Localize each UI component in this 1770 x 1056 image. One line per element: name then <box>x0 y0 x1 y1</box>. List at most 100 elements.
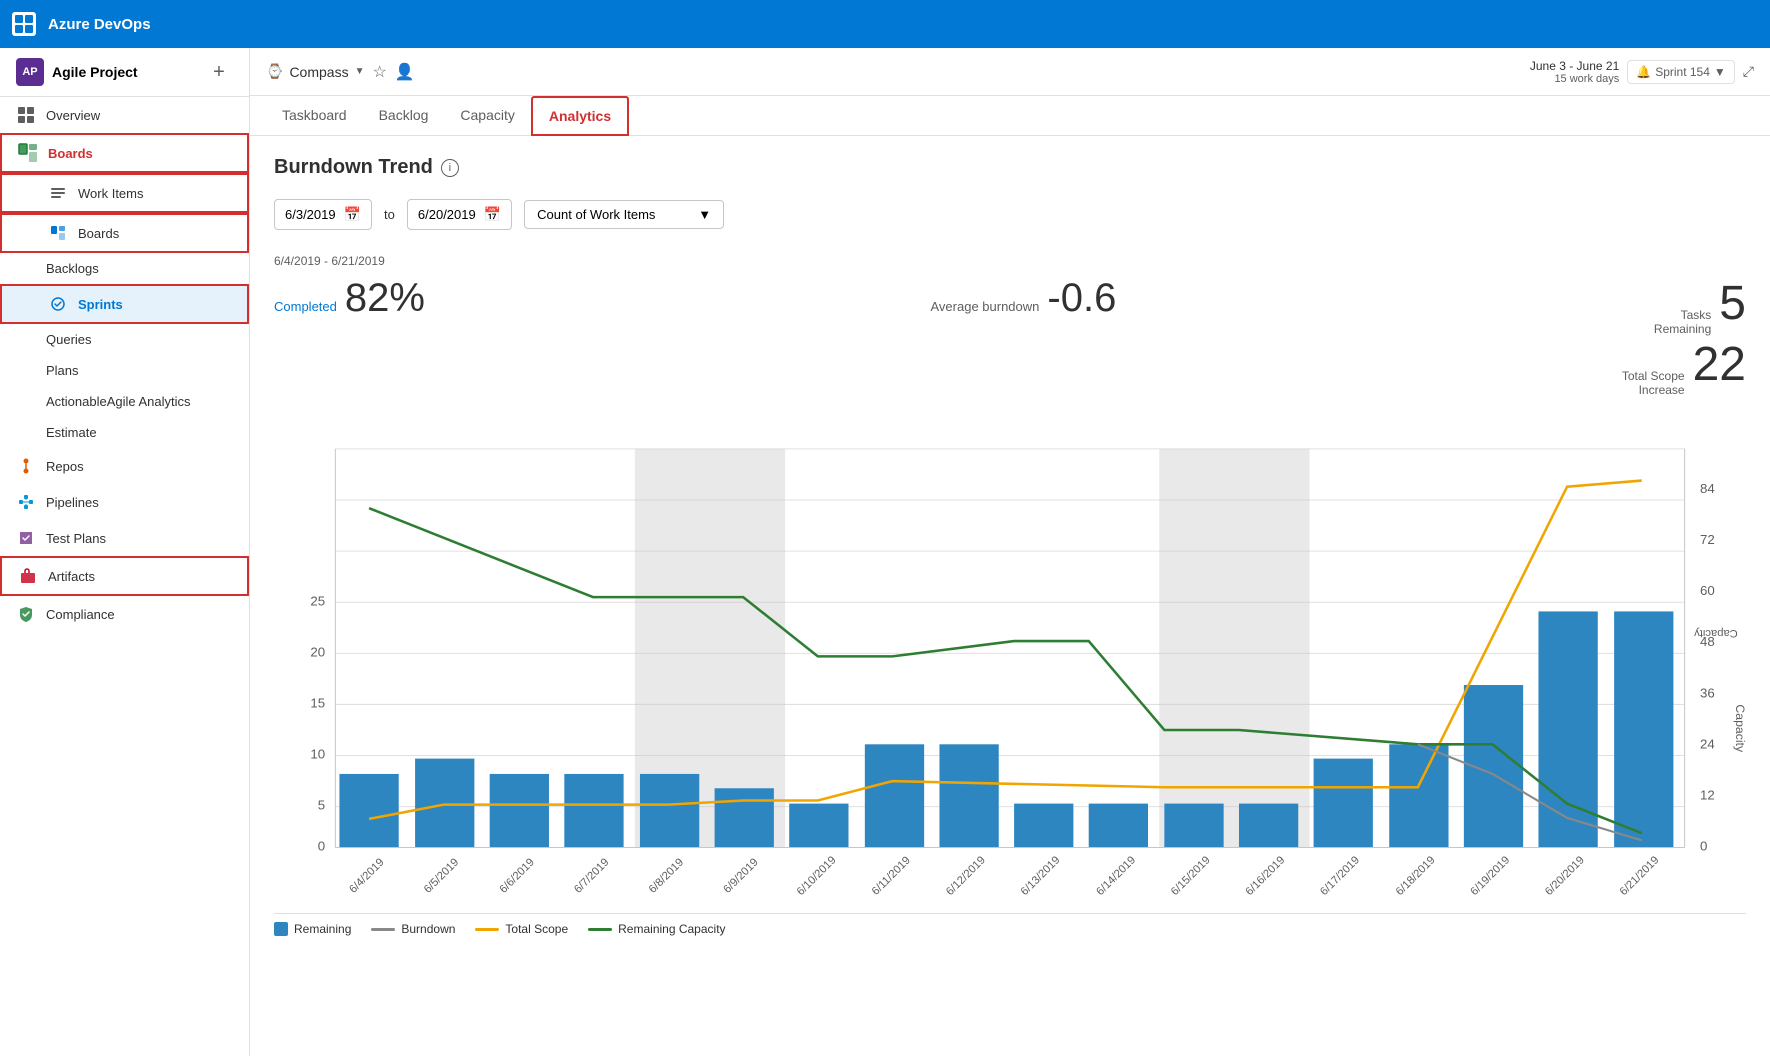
sub-topbar: ⌚ Compass ▼ ☆ 👤 June 3 - June 21 15 work… <box>250 48 1770 96</box>
sidebar-label-queries: Queries <box>46 332 92 347</box>
sidebar-label-estimate: Estimate <box>46 425 97 440</box>
sidebar-item-actionable[interactable]: ActionableAgile Analytics <box>0 386 249 417</box>
legend-remaining: Remaining <box>274 922 351 936</box>
tab-capacity-label: Capacity <box>460 107 514 123</box>
sidebar-label-actionable: ActionableAgile Analytics <box>46 394 191 409</box>
sidebar-item-repos[interactable]: Repos <box>0 448 249 484</box>
favorite-icon[interactable]: ☆ <box>372 62 386 82</box>
legend-remaining-capacity-label: Remaining Capacity <box>618 922 725 936</box>
app-title: Azure DevOps <box>48 16 151 33</box>
stat-completed: Completed 82% <box>274 276 425 321</box>
sidebar-item-estimate[interactable]: Estimate <box>0 417 249 448</box>
date-start-input[interactable]: 6/3/2019 📅 <box>274 199 372 230</box>
app-logo <box>12 12 36 36</box>
stats-row: Completed 82% Average burndown -0.6 Task… <box>274 276 1746 398</box>
stat-avg-value: -0.6 <box>1047 276 1116 321</box>
stat-avg: Average burndown -0.6 <box>930 276 1116 321</box>
sprint-label: Sprint 154 <box>1655 65 1710 79</box>
stat-tasks-value: 5 <box>1719 276 1746 331</box>
page-title: Burndown Trend <box>274 156 433 179</box>
sprint-selector[interactable]: 🔔 Sprint 154 ▼ <box>1627 60 1735 84</box>
filter-row: 6/3/2019 📅 to 6/20/2019 📅 Count of Work … <box>274 199 1746 230</box>
legend-burndown-color <box>371 928 395 931</box>
svg-text:60: 60 <box>1700 583 1715 598</box>
info-icon[interactable]: i <box>441 159 459 177</box>
sidebar-label-work-items: Work Items <box>78 186 144 201</box>
sidebar-label-boards: Boards <box>48 146 93 161</box>
date-range-main: June 3 - June 21 <box>1530 59 1619 73</box>
expand-icon[interactable]: ⤢ <box>1743 63 1754 80</box>
sidebar-item-artifacts[interactable]: Artifacts <box>0 556 249 596</box>
legend-total-scope: Total Scope <box>475 922 568 936</box>
sprint-caret-icon: ▼ <box>1714 65 1726 79</box>
sidebar-item-sprints[interactable]: Sprints <box>0 284 249 324</box>
person-icon[interactable]: 👤 <box>395 62 415 82</box>
boards-icon <box>18 143 38 163</box>
sidebar-label-pipelines: Pipelines <box>46 495 99 510</box>
legend-remaining-color <box>274 922 288 936</box>
sidebar-item-work-items[interactable]: Work Items <box>0 173 249 213</box>
bell-icon: 🔔 <box>1636 65 1651 79</box>
project-selector[interactable]: AP Agile Project <box>16 58 138 86</box>
sidebar-item-boards[interactable]: Boards <box>0 133 249 173</box>
top-bar: Azure DevOps <box>0 0 1770 48</box>
tab-taskboard-label: Taskboard <box>282 107 347 123</box>
legend-remaining-capacity-color <box>588 928 612 931</box>
svg-text:36: 36 <box>1700 685 1715 700</box>
overview-icon <box>16 105 36 125</box>
project-name: Agile Project <box>52 64 138 80</box>
sidebar-item-plans[interactable]: Plans <box>0 355 249 386</box>
sidebar-label-repos: Repos <box>46 459 84 474</box>
compass-selector[interactable]: ⌚ Compass ▼ <box>266 63 364 80</box>
sidebar: AP Agile Project + Overview Boards <box>0 48 250 1056</box>
tab-backlog[interactable]: Backlog <box>363 97 445 135</box>
legend-remaining-capacity: Remaining Capacity <box>588 922 725 936</box>
date-sub-label: 6/4/2019 - 6/21/2019 <box>274 254 1746 268</box>
sidebar-item-boards-sub[interactable]: Boards <box>0 213 249 253</box>
tab-capacity[interactable]: Capacity <box>444 97 530 135</box>
sidebar-label-sprints: Sprints <box>78 297 123 312</box>
sidebar-item-compliance[interactable]: Compliance <box>0 596 249 632</box>
sidebar-item-overview[interactable]: Overview <box>0 97 249 133</box>
work-items-icon <box>48 183 68 203</box>
sidebar-item-queries[interactable]: Queries <box>0 324 249 355</box>
sidebar-item-pipelines[interactable]: Pipelines <box>0 484 249 520</box>
sub-topbar-right: June 3 - June 21 15 work days 🔔 Sprint 1… <box>1530 59 1754 85</box>
add-button[interactable]: + <box>205 58 233 86</box>
repos-icon <box>16 456 36 476</box>
compass-label: Compass <box>289 64 348 80</box>
chart-container: 0 5 10 15 20 25 0 12 24 36 48 60 72 <box>274 408 1746 902</box>
artifacts-icon <box>18 566 38 586</box>
date-end-input[interactable]: 6/20/2019 📅 <box>407 199 512 230</box>
metric-dropdown[interactable]: Count of Work Items ▼ <box>524 200 724 229</box>
pipelines-icon <box>16 492 36 512</box>
tab-taskboard[interactable]: Taskboard <box>266 97 363 135</box>
nav-section: Overview Boards Work Items <box>0 97 249 632</box>
compass-caret-icon: ▼ <box>355 66 365 77</box>
stat-scope-label: Total ScopeIncrease <box>1622 369 1685 398</box>
svg-text:25: 25 <box>310 593 325 608</box>
test-plans-icon <box>16 528 36 548</box>
calendar-start-icon[interactable]: 📅 <box>344 206 361 223</box>
sidebar-item-backlogs[interactable]: Backlogs <box>0 253 249 284</box>
sprints-icon <box>48 294 68 314</box>
sidebar-item-test-plans[interactable]: Test Plans <box>0 520 249 556</box>
legend-burndown: Burndown <box>371 922 455 936</box>
boards-sub-icon <box>48 223 68 243</box>
tab-bar: Taskboard Backlog Capacity Analytics <box>250 96 1770 136</box>
legend-total-scope-label: Total Scope <box>505 922 568 936</box>
calendar-end-icon[interactable]: 📅 <box>484 206 501 223</box>
sidebar-label-plans: Plans <box>46 363 79 378</box>
date-range-display: June 3 - June 21 15 work days <box>1530 59 1619 85</box>
stat-tasks: TasksRemaining 5 <box>1622 276 1746 337</box>
avatar: AP <box>16 58 44 86</box>
stat-completed-value: 82% <box>345 276 425 321</box>
tab-analytics[interactable]: Analytics <box>531 96 629 136</box>
sub-topbar-left: ⌚ Compass ▼ ☆ 👤 <box>266 62 415 82</box>
metric-dropdown-label: Count of Work Items <box>537 207 655 222</box>
stat-tasks-label: TasksRemaining <box>1654 308 1711 337</box>
legend-total-scope-color <box>475 928 499 931</box>
date-end-value: 6/20/2019 <box>418 207 476 222</box>
compass-ring-icon: ⌚ <box>266 63 283 80</box>
page-content-area: Burndown Trend i 6/3/2019 📅 to 6/20/2019… <box>250 136 1770 1056</box>
